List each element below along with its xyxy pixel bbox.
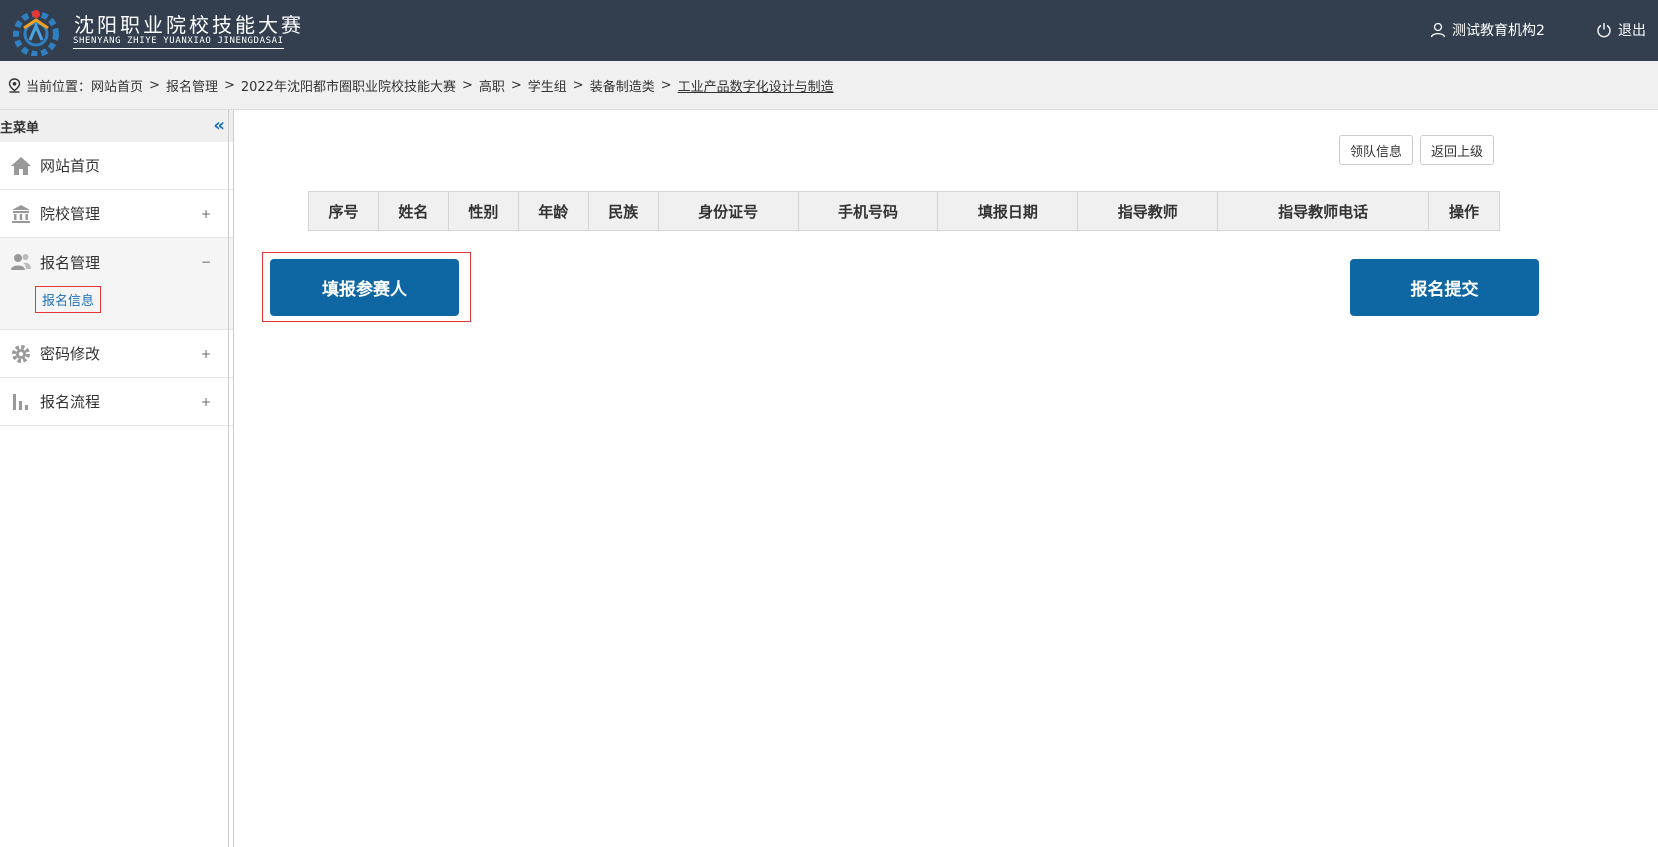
column-header-actions: 操作 (1427, 191, 1501, 231)
logout-label: 退出 (1618, 23, 1646, 39)
column-header-id-number: 身份证号 (657, 191, 799, 231)
sidebar-item-registration-management[interactable]: 报名管理 − (0, 238, 233, 286)
breadcrumb-item-group[interactable]: 学生组 (528, 76, 567, 95)
logo-title: 沈阳职业院校技能大赛 (74, 13, 304, 37)
column-header-ethnicity: 民族 (587, 191, 659, 231)
breadcrumb-separator: > (660, 77, 672, 93)
sidebar-item-label: 报名管理 (40, 253, 101, 272)
breadcrumb-current[interactable]: 工业产品数字化设计与制造 (678, 76, 834, 95)
bar-chart-icon (10, 391, 32, 413)
logout-button[interactable]: 退出 (1596, 20, 1646, 40)
power-icon (1597, 23, 1611, 38)
sidebar: 主菜单 « 网站首页 院校管理 + 报名管理 − 报名信息 密码修改 + 报名流… (0, 110, 234, 847)
breadcrumb-separator: > (223, 77, 235, 93)
user-name: 测试教育机构2 (1452, 23, 1545, 39)
column-header-instructor-phone: 指导教师电话 (1217, 191, 1429, 231)
breadcrumb-item-competition[interactable]: 2022年沈阳都市圈职业院校技能大赛 (241, 76, 456, 95)
back-button[interactable]: 返回上级 (1420, 135, 1495, 165)
sidebar-title: 主菜单 (0, 120, 40, 136)
content-divider (228, 110, 229, 847)
sidebar-item-school-management[interactable]: 院校管理 + (0, 190, 233, 238)
collapse-sidebar-icon[interactable]: « (213, 117, 225, 135)
breadcrumb-item-home[interactable]: 网站首页 (91, 76, 143, 95)
expand-icon: + (200, 206, 211, 221)
top-header: 沈阳职业院校技能大赛 SHENYANG ZHIYE YUANXIAO JINEN… (0, 0, 1658, 61)
expand-icon: + (200, 394, 211, 409)
sidebar-item-label: 报名流程 (40, 393, 101, 411)
breadcrumb-separator: > (510, 77, 522, 93)
sidebar-item-change-password[interactable]: 密码修改 + (0, 330, 233, 378)
expand-icon: + (200, 346, 211, 361)
breadcrumb: 当前位置： 网站首页 > 报名管理 > 2022年沈阳都市圈职业院校技能大赛 >… (0, 61, 1658, 110)
building-icon (10, 203, 32, 225)
column-header-date: 填报日期 (937, 191, 1079, 231)
column-header-instructor: 指导教师 (1077, 191, 1219, 231)
sidebar-item-home[interactable]: 网站首页 (0, 142, 233, 190)
sidebar-header: 主菜单 « (0, 110, 233, 142)
column-header-name: 姓名 (377, 191, 449, 231)
breadcrumb-prefix: 当前位置： (26, 79, 92, 95)
breadcrumb-item-level[interactable]: 高职 (479, 76, 505, 95)
table-header-row: 序号 姓名 性别 年龄 民族 身份证号 手机号码 填报日期 指导教师 指导教师电… (308, 191, 1501, 231)
collapse-icon: − (200, 255, 211, 269)
submenu-registration-info[interactable]: 报名信息 (35, 286, 102, 313)
user-account-link[interactable]: 测试教育机构2 (1430, 20, 1545, 40)
sidebar-group-registration: 报名管理 − 报名信息 (0, 238, 233, 330)
breadcrumb-separator: > (572, 77, 584, 93)
breadcrumb-item-registration[interactable]: 报名管理 (166, 76, 218, 95)
logo-subtitle: SHENYANG ZHIYE YUANXIAO JINENGDASAI (73, 36, 284, 49)
team-info-button[interactable]: 领队信息 (1339, 135, 1414, 165)
sidebar-item-label: 网站首页 (40, 157, 101, 175)
user-icon (1430, 22, 1446, 38)
submit-registration-button[interactable]: 报名提交 (1350, 259, 1539, 316)
column-header-index: 序号 (308, 191, 379, 231)
column-header-age: 年龄 (517, 191, 589, 231)
home-icon (10, 155, 32, 177)
breadcrumb-item-category[interactable]: 装备制造类 (590, 76, 655, 95)
participants-table: 序号 姓名 性别 年龄 民族 身份证号 手机号码 填报日期 指导教师 指导教师电… (308, 191, 1501, 231)
breadcrumb-separator: > (149, 77, 160, 93)
column-header-gender: 性别 (447, 191, 519, 231)
logo-gear-icon (13, 10, 59, 56)
users-icon (10, 251, 32, 273)
sidebar-item-label: 院校管理 (40, 205, 101, 223)
sidebar-item-label: 密码修改 (40, 345, 101, 363)
location-pin-icon (8, 77, 21, 93)
column-header-phone: 手机号码 (797, 191, 939, 231)
fill-participant-button[interactable]: 填报参赛人 (270, 259, 459, 316)
gear-icon (10, 343, 32, 365)
breadcrumb-separator: > (461, 77, 473, 93)
sidebar-item-registration-process[interactable]: 报名流程 + (0, 378, 233, 426)
